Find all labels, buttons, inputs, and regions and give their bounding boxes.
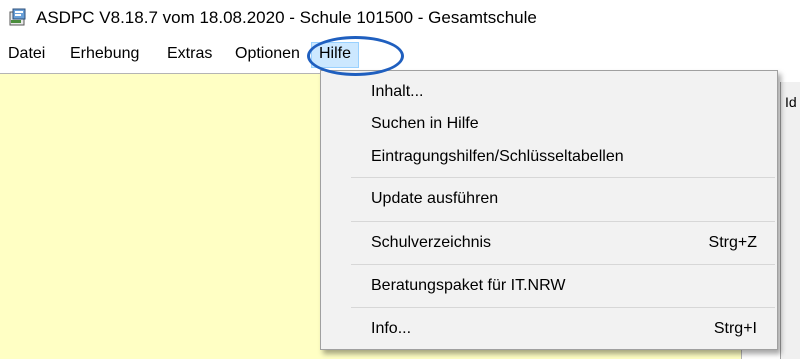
- menu-item-label: Info...: [371, 320, 412, 337]
- menu-item-label: Schulverzeichnis: [371, 234, 492, 251]
- menu-extras[interactable]: Extras: [167, 45, 212, 63]
- side-pane-label: Id: [785, 94, 797, 110]
- menu-item-label: Inhalt...: [371, 83, 424, 100]
- menu-item-label: Beratungspaket für IT.NRW: [371, 277, 566, 294]
- menu-item-label: Suchen in Hilfe: [371, 115, 479, 132]
- menu-item-shortcut: Strg+I: [713, 320, 757, 337]
- app-icon[interactable]: [8, 8, 28, 28]
- menu-bar: Datei Erhebung Extras Optionen Hilfe: [0, 40, 800, 70]
- menu-item-schulverzeichnis[interactable]: Schulverzeichnis Strg+Z: [321, 231, 777, 257]
- menu-item-suchen-in-hilfe[interactable]: Suchen in Hilfe: [321, 112, 777, 138]
- title-bar: ASDPC V8.18.7 vom 18.08.2020 - Schule 10…: [0, 0, 800, 40]
- menu-item-label: Eintragungshilfen/Schlüsseltabellen: [371, 148, 624, 165]
- help-dropdown-menu: Inhalt... Suchen in Hilfe Eintragungshil…: [320, 70, 778, 350]
- menu-item-eintragungshilfen[interactable]: Eintragungshilfen/Schlüsseltabellen: [321, 145, 777, 171]
- menu-datei[interactable]: Datei: [8, 45, 45, 63]
- menu-separator: [351, 307, 775, 308]
- menu-hilfe[interactable]: Hilfe: [311, 42, 360, 68]
- menu-item-inhalt[interactable]: Inhalt...: [321, 80, 777, 106]
- menu-separator: [351, 264, 775, 265]
- menu-optionen[interactable]: Optionen: [235, 45, 300, 63]
- menu-separator: [351, 221, 775, 222]
- menu-item-label: Update ausführen: [371, 190, 499, 207]
- side-pane[interactable]: Id: [780, 82, 800, 359]
- menu-item-shortcut: Strg+Z: [708, 234, 757, 251]
- menu-item-info[interactable]: Info... Strg+I: [321, 317, 777, 343]
- menu-item-update-ausfuehren[interactable]: Update ausführen: [321, 187, 777, 213]
- menu-item-beratungspaket[interactable]: Beratungspaket für IT.NRW: [321, 274, 777, 300]
- menu-separator: [351, 177, 775, 178]
- window-title: ASDPC V8.18.7 vom 18.08.2020 - Schule 10…: [36, 8, 537, 27]
- menu-erhebung[interactable]: Erhebung: [70, 45, 139, 63]
